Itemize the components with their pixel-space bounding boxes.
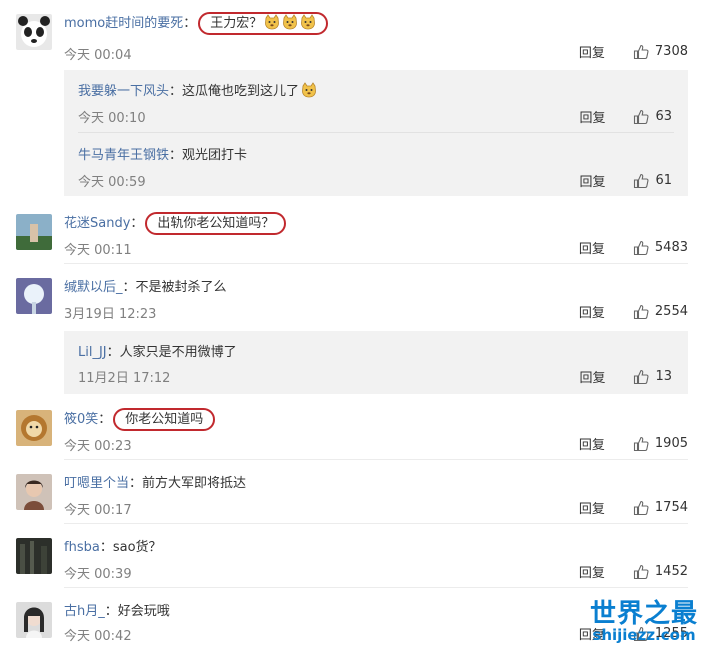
reply-time: 11月2日 17:12 [78,371,171,386]
comment-item: 花迷Sandy： 出轨你老公知道吗？ 今天 00:11 回复 5483 [0,206,706,262]
doge-emoji-icon [264,14,280,30]
reply-time: 今天 00:59 [78,175,146,190]
comment-time: 3月19日 12:23 [64,307,157,322]
thumbs-up-icon [633,500,649,516]
reply-text: 这瓜俺也吃到这儿了 [182,84,300,99]
doge-emoji-icon [301,82,317,98]
comment-username[interactable]: 缄默以后_ [64,280,123,295]
reply-button[interactable]: 回复 [579,367,605,386]
like-count: 5483 [654,240,688,255]
reply-username[interactable]: 我要躲一下风头 [78,84,169,99]
reply-button[interactable]: 回复 [579,498,605,517]
like-button[interactable]: 1452 [633,564,688,580]
avatar[interactable] [16,410,52,446]
comment-username[interactable]: 筱0笑 [64,412,98,427]
reply-time: 今天 00:10 [78,111,146,126]
reply-item: Lil_JJ：人家只是不用微博了 11月2日 17:12 回复 13 [78,345,672,386]
reply-button[interactable]: 回复 [579,171,605,190]
reply-button[interactable]: 回复 [579,107,605,126]
reply-button[interactable]: 回复 [579,434,605,453]
highlight-box: 王力宏？ [198,12,329,35]
thumbs-up-icon [633,109,649,125]
reply-text: 人家只是不用微博了 [119,345,237,360]
avatar[interactable] [16,602,52,638]
comment-time: 今天 00:04 [64,48,132,63]
thumbs-up-icon [633,564,649,580]
like-count: 1452 [654,564,688,579]
watermark-title: 世界之最 [589,599,698,629]
reply-list: Lil_JJ：人家只是不用微博了 11月2日 17:12 回复 13 [64,331,688,394]
comment-username[interactable]: momo赶时间的要死 [64,16,183,31]
doge-emoji-icon [300,14,316,30]
comment-username[interactable]: 花迷Sandy [64,216,130,231]
divider [78,132,674,133]
like-button[interactable]: 13 [633,369,672,385]
reply-text: 观光团打卡 [182,148,248,163]
reply-item: 我要躲一下风头：这瓜俺也吃到这儿了 今天 00:10 回复 63 [78,82,672,126]
comment-username[interactable]: fhsba [64,540,100,555]
comment-text: 你老公知道吗 [125,412,204,427]
comment-text: 前方大军即将抵达 [142,476,247,491]
thumbs-up-icon [633,173,649,189]
comment-text: 王力宏？ [210,16,263,31]
comment-text: sao货？ [112,540,162,555]
like-count: 63 [655,109,672,124]
reply-button[interactable]: 回复 [579,562,605,581]
avatar[interactable] [16,538,52,574]
like-count: 2554 [654,304,688,319]
avatar[interactable] [16,214,52,250]
like-button[interactable]: 7308 [633,44,688,60]
avatar[interactable] [16,474,52,510]
comment-username[interactable]: 古h月_ [64,604,105,619]
reply-username[interactable]: 牛马青年王钢铁 [78,148,169,163]
thumbs-up-icon [633,240,649,256]
comment-item: fhsba：sao货？ 今天 00:39 回复 1452 [0,530,706,586]
like-button[interactable]: 2554 [633,304,688,320]
comment-time: 今天 00:11 [64,243,132,258]
comment-time: 今天 00:42 [64,629,132,644]
like-count: 61 [655,173,672,188]
watermark-url: shijiezz.com [592,626,696,644]
comment-time: 今天 00:39 [64,567,132,582]
like-button[interactable]: 61 [633,173,672,189]
reply-button[interactable]: 回复 [579,302,605,321]
highlight-box: 你老公知道吗 [113,408,216,431]
avatar[interactable] [16,278,52,314]
like-count: 7308 [654,44,688,59]
like-button[interactable]: 5483 [633,240,688,256]
thumbs-up-icon [633,44,649,60]
divider [64,459,688,460]
comment-text: 好会玩哦 [117,604,170,619]
reply-button[interactable]: 回复 [579,238,605,257]
divider [64,263,688,264]
comment-text: 不是被封杀了么 [135,280,227,295]
comment-time: 今天 00:23 [64,439,132,454]
like-count: 13 [655,369,672,384]
comment-item: 缄默以后_：不是被封杀了么 3月19日 12:23 回复 2554 [0,270,706,326]
reply-username[interactable]: Lil_JJ [78,345,107,360]
divider [64,523,688,524]
divider [64,587,688,588]
reply-item: 牛马青年王钢铁：观光团打卡 今天 00:59 回复 61 [78,148,672,190]
reply-list: 我要躲一下风头：这瓜俺也吃到这儿了 今天 00:10 回复 63 牛马青年王钢铁… [64,70,688,196]
highlight-box: 出轨你老公知道吗？ [145,212,287,235]
like-button[interactable]: 1905 [633,436,688,452]
thumbs-up-icon [633,369,649,385]
like-button[interactable]: 1754 [633,500,688,516]
thumbs-up-icon [633,304,649,320]
watermark: 世界之最 shijiezz.com [590,593,698,644]
like-button[interactable]: 63 [633,109,672,125]
comment-text: 出轨你老公知道吗？ [157,216,275,231]
comment-item: 叮嗯里个当：前方大军即将抵达 今天 00:17 回复 1754 [0,466,706,522]
comment-item: momo赶时间的要死： 王力宏？ 今天 00:04 回复 7308 [0,8,706,68]
doge-emoji-icon [282,14,298,30]
comment-username[interactable]: 叮嗯里个当 [64,476,129,491]
comment-item: 筱0笑： 你老公知道吗 今天 00:23 回复 1905 [0,402,706,458]
reply-button[interactable]: 回复 [579,42,605,61]
comment-time: 今天 00:17 [64,503,132,518]
like-count: 1905 [654,436,688,451]
like-count: 1754 [654,500,688,515]
thumbs-up-icon [633,436,649,452]
avatar[interactable] [16,14,52,50]
